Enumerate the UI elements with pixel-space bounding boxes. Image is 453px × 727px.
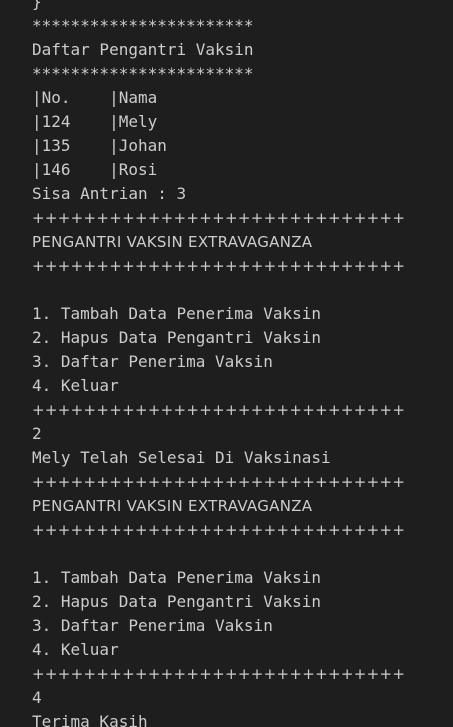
menu-title: PENGANTRI VAKSIN EXTRAVAGANZA bbox=[32, 497, 313, 515]
table-row: |146 |Rosi bbox=[32, 160, 158, 179]
terminal-line-brace: } bbox=[32, 0, 42, 11]
goodbye-message: Terima Kasih bbox=[32, 712, 148, 727]
menu-option-1: 1. Tambah Data Penerima Vaksin bbox=[32, 304, 321, 323]
separator-plus: +++++++++++++++++++++++++++++ bbox=[32, 473, 406, 491]
separator-plus: +++++++++++++++++++++++++++++ bbox=[32, 401, 406, 419]
vaccination-complete-message: Mely Telah Selesai Di Vaksinasi bbox=[32, 448, 331, 467]
terminal-output: } *********************** Daftar Pengant… bbox=[32, 0, 453, 727]
terminal-panel[interactable]: } *********************** Daftar Pengant… bbox=[0, 0, 453, 727]
table-row: |124 |Mely bbox=[32, 112, 158, 131]
table-header: |No. |Nama bbox=[32, 88, 158, 107]
user-input: 4 bbox=[32, 688, 42, 707]
menu-option-3: 3. Daftar Penerima Vaksin bbox=[32, 352, 273, 371]
menu-option-4: 4. Keluar bbox=[32, 640, 119, 659]
separator-plus: +++++++++++++++++++++++++++++ bbox=[32, 665, 406, 683]
separator-asterisk: *********************** bbox=[32, 64, 254, 83]
menu-option-4: 4. Keluar bbox=[32, 376, 119, 395]
table-row: |135 |Johan bbox=[32, 136, 167, 155]
separator-plus: +++++++++++++++++++++++++++++ bbox=[32, 521, 406, 539]
menu-option-2: 2. Hapus Data Pengantri Vaksin bbox=[32, 592, 321, 611]
queue-list-title: Daftar Pengantri Vaksin bbox=[32, 40, 254, 59]
separator-plus: +++++++++++++++++++++++++++++ bbox=[32, 257, 406, 275]
separator-asterisk: *********************** bbox=[32, 16, 254, 35]
user-input: 2 bbox=[32, 424, 42, 443]
menu-option-3: 3. Daftar Penerima Vaksin bbox=[32, 616, 273, 635]
remaining-queue-count: Sisa Antrian : 3 bbox=[32, 184, 187, 203]
menu-title: PENGANTRI VAKSIN EXTRAVAGANZA bbox=[32, 233, 313, 251]
menu-option-1: 1. Tambah Data Penerima Vaksin bbox=[32, 568, 321, 587]
menu-option-2: 2. Hapus Data Pengantri Vaksin bbox=[32, 328, 321, 347]
separator-plus: +++++++++++++++++++++++++++++ bbox=[32, 209, 406, 227]
